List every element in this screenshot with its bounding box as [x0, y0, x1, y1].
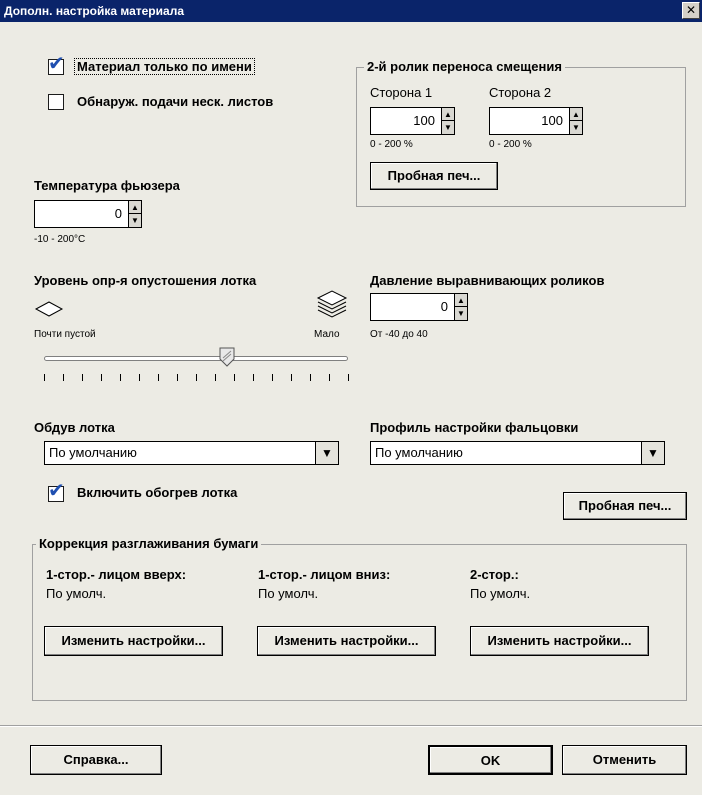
tray-empty-min: Почти пустой	[34, 329, 96, 340]
side1-label: Сторона 1	[370, 85, 433, 100]
fuser-temp-spinner[interactable]: ▲ ▼	[128, 200, 142, 228]
paper-single-icon	[34, 301, 64, 317]
side1-spinner[interactable]: ▲ ▼	[441, 107, 455, 135]
close-icon: ✕	[685, 3, 697, 17]
name-only-checkbox[interactable]: ✔	[48, 54, 65, 75]
tray-blow-select[interactable]: По умолчанию	[44, 441, 316, 465]
fuser-temp-input[interactable]: 0	[34, 200, 129, 228]
curl-col2-head: 1-стор.- лицом вниз:	[258, 567, 391, 582]
curl-col1-head: 1-стор.- лицом вверх:	[46, 567, 187, 582]
tray-empty-slider-track[interactable]	[44, 356, 348, 361]
close-button[interactable]: ✕	[682, 2, 700, 19]
curl-col2-value: По умолч.	[258, 586, 319, 601]
checkmark-icon: ✔	[48, 480, 65, 502]
slider-ticks	[44, 374, 350, 384]
multi-feed-label[interactable]: Обнаруж. подачи неск. листов	[77, 94, 273, 109]
tray-heat-label[interactable]: Включить обогрев лотка	[77, 485, 237, 500]
name-only-label[interactable]: Материал только по имени	[74, 58, 255, 75]
side1-input[interactable]: 100	[370, 107, 442, 135]
curl-col3-value: По умолч.	[470, 586, 531, 601]
offset-test-print-button[interactable]: Пробная печ...	[370, 162, 498, 190]
side2-spinner[interactable]: ▲ ▼	[569, 107, 583, 135]
fuser-temp-range: -10 - 200°C	[34, 234, 86, 245]
spin-down-icon[interactable]: ▼	[442, 121, 454, 134]
tray-heat-checkbox[interactable]: ✔	[48, 481, 65, 502]
align-pressure-input[interactable]: 0	[370, 293, 455, 321]
fold-profile-label: Профиль настройки фальцовки	[370, 420, 579, 435]
curl-col3-head: 2-стор.:	[470, 567, 519, 582]
curl-col3-change-button[interactable]: Изменить настройки...	[470, 626, 649, 656]
side1-range: 0 - 200 %	[370, 139, 413, 150]
window-title: Дополн. настройка материала	[4, 4, 184, 18]
fuser-temp-label: Температура фьюзера	[34, 178, 180, 193]
multi-feed-checkbox[interactable]	[48, 94, 64, 110]
curl-correction-title: Коррекция разглаживания бумаги	[36, 536, 262, 551]
spin-up-icon[interactable]: ▲	[455, 294, 467, 307]
offset-roller-title: 2-й ролик переноса смещения	[364, 59, 565, 74]
side2-input[interactable]: 100	[489, 107, 570, 135]
spin-down-icon[interactable]: ▼	[455, 307, 467, 320]
slider-thumb-icon[interactable]	[218, 346, 236, 368]
curl-col1-value: По умолч.	[46, 586, 107, 601]
chevron-down-icon[interactable]: ▼	[315, 441, 339, 465]
tray-blow-label: Обдув лотка	[34, 420, 115, 435]
cancel-button[interactable]: Отменить	[562, 745, 687, 775]
spin-up-icon[interactable]: ▲	[570, 108, 582, 121]
align-pressure-spinner[interactable]: ▲ ▼	[454, 293, 468, 321]
curl-col1-change-button[interactable]: Изменить настройки...	[44, 626, 223, 656]
curl-col2-change-button[interactable]: Изменить настройки...	[257, 626, 436, 656]
align-pressure-label: Давление выравнивающих роликов	[370, 273, 605, 288]
spin-up-icon[interactable]: ▲	[442, 108, 454, 121]
tray-empty-label: Уровень опр-я опустошения лотка	[34, 273, 257, 288]
spin-down-icon[interactable]: ▼	[570, 121, 582, 134]
test-print-button[interactable]: Пробная печ...	[563, 492, 687, 520]
ok-button[interactable]: OK	[428, 745, 553, 775]
side2-range: 0 - 200 %	[489, 139, 532, 150]
footer-divider	[0, 725, 702, 727]
tray-empty-max: Мало	[314, 329, 340, 340]
checkmark-icon: ✔	[48, 53, 65, 75]
fold-profile-select[interactable]: По умолчанию	[370, 441, 642, 465]
chevron-down-icon[interactable]: ▼	[641, 441, 665, 465]
align-pressure-range: От -40 до 40	[370, 329, 428, 340]
help-button[interactable]: Справка...	[30, 745, 162, 775]
window-titlebar: Дополн. настройка материала ✕	[0, 0, 702, 22]
side2-label: Сторона 2	[489, 85, 552, 100]
spin-down-icon[interactable]: ▼	[129, 214, 141, 227]
paper-stack-icon	[316, 290, 348, 318]
spin-up-icon[interactable]: ▲	[129, 201, 141, 214]
